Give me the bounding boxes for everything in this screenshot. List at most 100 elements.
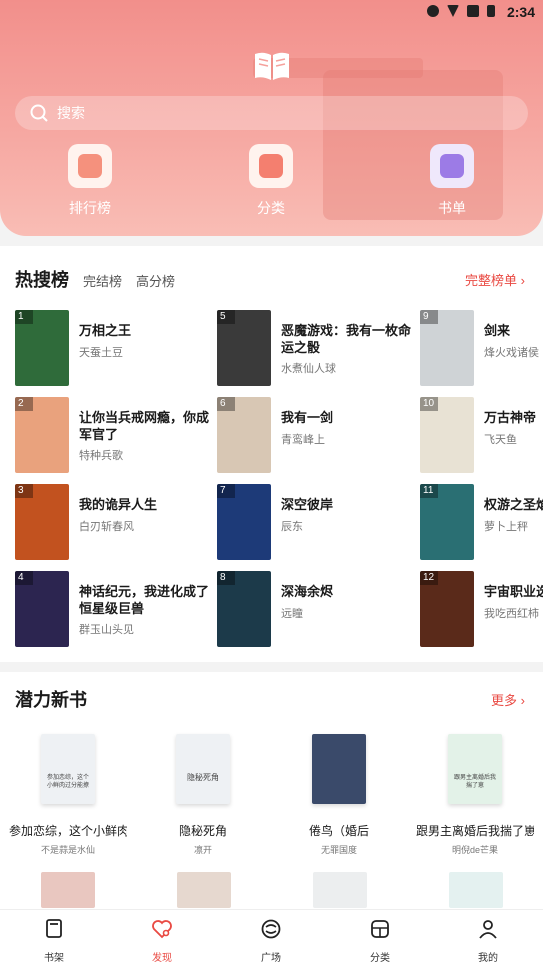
category-icon <box>371 920 389 938</box>
rank-item[interactable]: 6 我有一剑 青鸾峰上 <box>217 397 417 473</box>
rank-item[interactable]: 7 深空彼岸 辰东 <box>217 484 417 560</box>
rank-item[interactable]: 3 我的诡异人生 白刃斩春风 <box>15 484 215 560</box>
tab-category[interactable]: 分类 <box>350 918 410 964</box>
book-title: 跟男主离婚后我揣了崽 <box>416 824 534 838</box>
square-icon <box>261 919 281 939</box>
book-title: 深空彼岸 <box>281 497 334 512</box>
book-title: 我有一剑 <box>281 410 334 425</box>
rank-item[interactable]: 9 剑来 烽火戏诸侯 <box>420 310 543 386</box>
book-title: 神话纪元，我进化成了恒星级巨兽 <box>79 584 210 616</box>
header-banner: 2:34 搜索 排行榜 分类 书单 <box>0 0 543 236</box>
full-list-link[interactable]: 完整榜单 › <box>465 270 525 289</box>
book-author: 群玉山头见 <box>79 624 134 636</box>
book-author: 白刃斩春风 <box>79 521 134 533</box>
bookshelf-icon <box>46 919 62 938</box>
book-cover: 跟男主离婚后我揣了崽 <box>448 734 502 804</box>
book-title: 倦鸟（婚后 <box>308 824 369 838</box>
booklist-icon <box>430 144 474 188</box>
bottom-tab-bar: 书架 发现 广场 分类 我的 <box>0 909 543 967</box>
search-placeholder: 搜索 <box>57 105 85 121</box>
search-bar[interactable]: 搜索 <box>15 96 528 130</box>
rank-item[interactable]: 10 万古神帝 飞天鱼 <box>420 397 543 473</box>
book-author: 无罪国度 <box>320 845 357 855</box>
hot-search-section: 热搜榜 完结榜 高分榜 完整榜单 › 1 万相之王 天蚕土豆 2 让你当兵戒网瘾… <box>0 246 543 662</box>
section-title: 潜力新书 <box>15 690 87 710</box>
book-author: 辰东 <box>281 521 303 533</box>
quick-link-label: 分类 <box>257 200 285 216</box>
rank-item[interactable]: 5 恶魔游戏：我有一枚命运之骰 水煮仙人球 <box>217 310 417 386</box>
book-cover: 4 <box>15 571 69 647</box>
book-author: 凛开 <box>193 845 212 855</box>
book-cover: 2 <box>15 397 69 473</box>
status-bar: 2:34 <box>0 0 543 24</box>
tab-label: 我的 <box>478 953 498 964</box>
more-link[interactable]: 更多 › <box>491 690 525 709</box>
quick-link-label: 排行榜 <box>69 200 111 216</box>
book-title: 让你当兵戒网瘾，你成军官了 <box>79 410 210 442</box>
no-sim-icon <box>467 5 479 17</box>
quick-link-ranking[interactable]: 排行榜 <box>50 144 130 218</box>
rank-item[interactable]: 8 深海余烬 远瞳 <box>217 571 417 647</box>
new-book-item[interactable]: 隐秘死角 隐秘死角 凛开 <box>144 734 262 856</box>
book-title: 深海余烬 <box>281 584 334 599</box>
book-author: 天蚕土豆 <box>79 347 123 359</box>
book-cover: 5 <box>217 310 271 386</box>
quick-link-booklist[interactable]: 书单 <box>412 144 492 218</box>
new-book-item[interactable]: 参加恋综，这个小鲜肉过分能撩 参加恋综，这个小鲜肉… 不是蒜是水仙 <box>9 734 127 856</box>
book-cover[interactable] <box>177 872 231 908</box>
search-icon <box>30 104 48 122</box>
book-cover <box>312 734 366 804</box>
book-author: 远瞳 <box>281 608 303 620</box>
tab-label: 书架 <box>44 953 64 964</box>
book-author: 水煮仙人球 <box>281 363 336 375</box>
cover-text: 参加恋综，这个小鲜肉过分能撩 <box>46 775 89 789</box>
cover-text: 跟男主离婚后我揣了崽 <box>453 775 496 789</box>
book-cover: 3 <box>15 484 69 560</box>
tab-profile[interactable]: 我的 <box>458 918 518 964</box>
book-cover: 9 <box>420 310 474 386</box>
quick-link-label: 书单 <box>438 200 466 216</box>
cover-text: 隐秘死角 <box>187 773 219 782</box>
book-cover: 6 <box>217 397 271 473</box>
new-book-item[interactable]: 倦鸟（婚后 无罪国度 <box>280 734 398 856</box>
book-cover: 8 <box>217 571 271 647</box>
tab-top-rated[interactable]: 高分榜 <box>136 271 175 290</box>
tab-label: 分类 <box>370 953 390 964</box>
book-cover[interactable] <box>449 872 503 908</box>
book-cover: 隐秘死角 <box>176 734 230 804</box>
book-author: 不是蒜是水仙 <box>40 845 95 855</box>
book-cover[interactable] <box>313 872 367 908</box>
book-cover: 1 <box>15 310 69 386</box>
ranking-chart-icon <box>68 144 112 188</box>
book-cover: 12 <box>420 571 474 647</box>
tab-discover[interactable]: 发现 <box>132 918 192 964</box>
book-author: 烽火戏诸侯 <box>484 347 539 359</box>
potential-new-books-section: 潜力新书 更多 › 参加恋综，这个小鲜肉过分能撩 参加恋综，这个小鲜肉… 不是蒜… <box>0 672 543 912</box>
book-author: 飞天鱼 <box>484 434 517 446</box>
book-author: 明倪de芒果 <box>451 845 498 855</box>
rank-item[interactable]: 1 万相之王 天蚕土豆 <box>15 310 215 386</box>
book-title: 参加恋综，这个小鲜肉… <box>9 824 127 838</box>
rank-item[interactable]: 11 权游之圣焰 萝卜上秤 <box>420 484 543 560</box>
rank-item[interactable]: 4 神话纪元，我进化成了恒星级巨兽 群玉山头见 <box>15 571 215 647</box>
book-title: 恶魔游戏：我有一枚命运之骰 <box>281 323 412 355</box>
rank-item[interactable]: 2 让你当兵戒网瘾，你成军官了 特种兵歌 <box>15 397 215 473</box>
tab-square[interactable]: 广场 <box>241 918 301 964</box>
quick-link-category[interactable]: 分类 <box>231 144 311 218</box>
book-cover: 11 <box>420 484 474 560</box>
new-book-item[interactable]: 跟男主离婚后我揣了崽 跟男主离婚后我揣了崽 明倪de芒果 <box>416 734 534 856</box>
book-title: 剑来 <box>484 323 511 338</box>
book-title: 万古神帝 <box>484 410 537 425</box>
dnd-icon <box>427 5 439 17</box>
wifi-icon <box>447 5 459 17</box>
book-author: 特种兵歌 <box>79 450 123 462</box>
tab-completed[interactable]: 完结榜 <box>83 271 122 290</box>
status-time: 2:34 <box>506 4 535 20</box>
rank-item[interactable]: 12 宇宙职业选 我吃西红柿 <box>420 571 543 647</box>
tab-label: 广场 <box>261 953 281 964</box>
book-cover: 7 <box>217 484 271 560</box>
tab-bookshelf[interactable]: 书架 <box>24 918 84 964</box>
book-title: 万相之王 <box>79 323 132 338</box>
book-cover: 参加恋综，这个小鲜肉过分能撩 <box>41 734 95 804</box>
book-cover[interactable] <box>41 872 95 908</box>
